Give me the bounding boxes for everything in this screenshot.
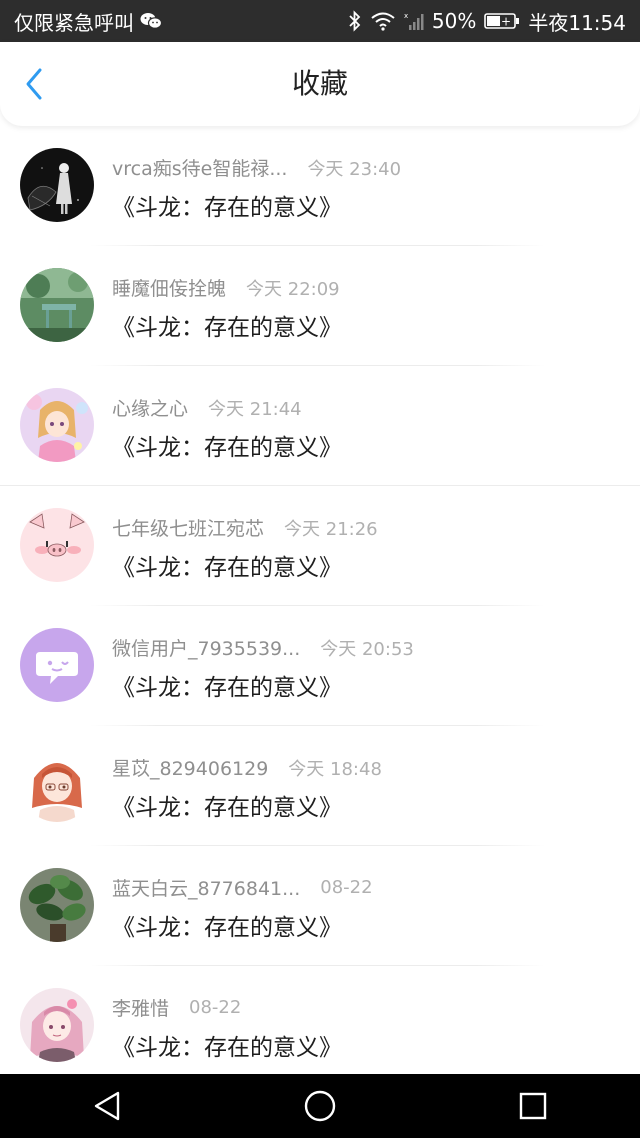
meta-row: 星苡_829406129 今天 18:48: [112, 754, 382, 781]
nav-back-button[interactable]: [77, 1076, 137, 1136]
page-title: 收藏: [291, 67, 348, 100]
wifi-icon: [370, 11, 396, 31]
meta-row: 睡魔佃侫拴魄 今天 22:09: [112, 274, 340, 301]
triangle-back-icon: [94, 1091, 119, 1121]
carrier-text: 仅限紧急呼叫: [14, 10, 134, 35]
username[interactable]: 蓝天白云_8776841...: [112, 874, 300, 901]
green-garden-avatar[interactable]: [20, 268, 94, 342]
battery-icon: +: [484, 12, 520, 30]
meta-row: 心缘之心 今天 21:44: [112, 394, 302, 421]
timestamp: 08-22: [189, 997, 242, 1018]
favorite-content[interactable]: 《斗龙：存在的意义》: [112, 1028, 342, 1062]
meta-row: 微信用户_7935539... 今天 20:53: [112, 634, 414, 661]
screen: 仅限紧急呼叫 x 50% + 半夜11:54 收藏 vrca痴s待e智能禄...…: [0, 0, 640, 1138]
pig-face-avatar[interactable]: [20, 508, 94, 582]
favorite-content[interactable]: 《斗龙：存在的意义》: [112, 548, 342, 582]
list-item[interactable]: 七年级七班江宛芯 今天 21:26 《斗龙：存在的意义》: [0, 486, 640, 606]
favorite-content[interactable]: 《斗龙：存在的意义》: [112, 428, 342, 462]
username[interactable]: 微信用户_7935539...: [112, 634, 300, 661]
battery-percent: 50%: [431, 9, 477, 33]
signal-icon: x: [404, 11, 424, 31]
list-item[interactable]: 李雅惜 08-22 《斗龙：存在的意义》: [0, 966, 640, 1086]
list-item[interactable]: 蓝天白云_8776841... 08-22 《斗龙：存在的意义》: [0, 846, 640, 966]
list-item[interactable]: 睡魔佃侫拴魄 今天 22:09 《斗龙：存在的意义》: [0, 246, 640, 366]
potted-plant-avatar[interactable]: [20, 868, 94, 942]
list-item[interactable]: 星苡_829406129 今天 18:48 《斗龙：存在的意义》: [0, 726, 640, 846]
status-left: 仅限紧急呼叫: [14, 7, 348, 36]
square-recents-icon: [520, 1092, 547, 1120]
status-right: x 50% + 半夜11:54: [348, 7, 626, 36]
navigation-bar: [0, 1074, 640, 1138]
username[interactable]: 李雅惜: [112, 994, 169, 1021]
dark-figure-avatar[interactable]: [20, 148, 94, 222]
favorite-content[interactable]: 《斗龙：存在的意义》: [112, 788, 342, 822]
username[interactable]: 七年级七班江宛芯: [112, 514, 264, 541]
list-item[interactable]: vrca痴s待e智能禄... 今天 23:40 《斗龙：存在的意义》: [0, 126, 640, 246]
timestamp: 今天 22:09: [246, 278, 340, 300]
username[interactable]: 心缘之心: [112, 394, 188, 421]
header: 收藏: [0, 42, 640, 126]
favorite-content[interactable]: 《斗龙：存在的意义》: [112, 908, 342, 942]
clock: 半夜11:54: [528, 10, 626, 35]
username[interactable]: vrca痴s待e智能禄...: [112, 154, 287, 181]
status-bar: 仅限紧急呼叫 x 50% + 半夜11:54: [0, 0, 640, 42]
svg-text:+: +: [501, 15, 511, 29]
svg-text:x: x: [404, 12, 408, 20]
favorite-content[interactable]: 《斗龙：存在的意义》: [112, 308, 342, 342]
favorite-content[interactable]: 《斗龙：存在的意义》: [112, 188, 342, 222]
favorites-list: vrca痴s待e智能禄... 今天 23:40 《斗龙：存在的意义》 睡魔佃侫拴…: [0, 126, 640, 1086]
timestamp: 今天 21:26: [284, 518, 378, 540]
username[interactable]: 星苡_829406129: [112, 754, 268, 781]
chat-bubble-avatar[interactable]: [20, 628, 94, 702]
wechat-icon: [140, 12, 162, 30]
meta-row: 七年级七班江宛芯 今天 21:26: [112, 514, 378, 541]
list-item[interactable]: 心缘之心 今天 21:44 《斗龙：存在的意义》: [0, 366, 640, 486]
timestamp: 今天 21:44: [208, 398, 302, 420]
circle-home-icon: [304, 1090, 336, 1122]
anime-girl-avatar[interactable]: [20, 388, 94, 462]
list-item[interactable]: 微信用户_7935539... 今天 20:53 《斗龙：存在的意义》: [0, 606, 640, 726]
timestamp: 今天 20:53: [320, 638, 414, 660]
nav-home-button[interactable]: [290, 1076, 350, 1136]
meta-row: vrca痴s待e智能禄... 今天 23:40: [112, 154, 401, 181]
timestamp: 08-22: [320, 877, 373, 898]
meta-row: 蓝天白云_8776841... 08-22: [112, 874, 373, 901]
anime-redhair-avatar[interactable]: [20, 748, 94, 822]
timestamp: 今天 18:48: [288, 758, 382, 780]
anime-pink-avatar[interactable]: [20, 988, 94, 1062]
meta-row: 李雅惜 08-22: [112, 994, 241, 1021]
bluetooth-icon: [348, 10, 362, 32]
nav-recents-button[interactable]: [503, 1076, 563, 1136]
timestamp: 今天 23:40: [307, 158, 402, 180]
favorite-content[interactable]: 《斗龙：存在的意义》: [112, 668, 342, 702]
username[interactable]: 睡魔佃侫拴魄: [112, 274, 226, 301]
